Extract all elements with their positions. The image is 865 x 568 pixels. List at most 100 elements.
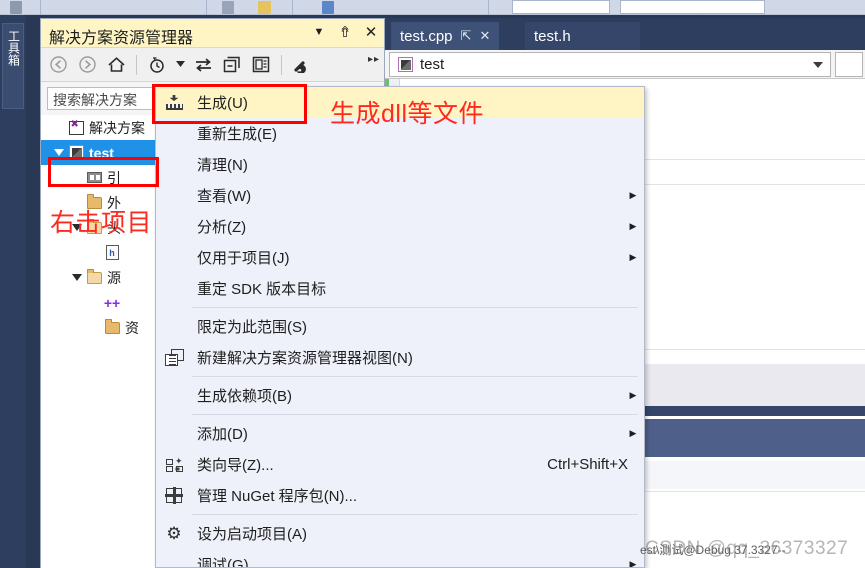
expander-icon[interactable] — [69, 270, 85, 286]
expander-icon[interactable] — [51, 145, 67, 161]
menu-item-build-dependencies[interactable]: 生成依赖项(B) ▶ — [156, 380, 644, 411]
chevron-down-icon[interactable] — [813, 62, 823, 68]
scope-combo[interactable]: test — [389, 52, 831, 77]
tree-item-label: 源 — [107, 269, 121, 286]
references-icon — [85, 169, 103, 187]
menu-item-build[interactable]: 生成(U) — [156, 87, 644, 118]
toolbar-overflow-icon[interactable]: ▸▸ — [368, 54, 380, 65]
pin-icon[interactable]: ⇮ — [336, 22, 354, 42]
menu-item-add[interactable]: 添加(D) ▶ — [156, 418, 644, 449]
submenu-arrow-icon: ▶ — [629, 221, 637, 231]
cpp-file-icon: ++ — [103, 294, 121, 311]
home-icon[interactable] — [103, 52, 129, 77]
forward-icon[interactable] — [74, 52, 100, 77]
chevron-down-icon[interactable]: ▼ — [310, 22, 328, 42]
menu-icon-slot — [156, 211, 192, 242]
menu-item-class-wizard[interactable]: ✦ 类向导(Z)... Ctrl+Shift+X — [156, 449, 644, 480]
folder-icon — [103, 318, 121, 337]
toolbox-rail: 工具箱 — [0, 15, 26, 568]
menu-icon-slot — [156, 418, 192, 449]
back-icon[interactable] — [45, 52, 71, 77]
new-view-icon — [156, 342, 192, 373]
menu-icon-slot — [156, 180, 192, 211]
tab-label: test.h — [534, 27, 571, 45]
tab-label: test.cpp — [400, 27, 453, 45]
tree-item-label: 头 — [107, 219, 121, 236]
editor-tabstrip: test.cpp ⇱ ✕ test.h — [385, 18, 865, 50]
tab-test-cpp[interactable]: test.cpp ⇱ ✕ — [391, 22, 500, 50]
menu-item-view[interactable]: 查看(W) ▶ — [156, 180, 644, 211]
visual-studio-window: 工具箱 解决方案资源管理器 ▼ ⇮ ✕ ▸▸ 搜索解决方案 ✖ 解决方案 tes… — [0, 0, 865, 568]
menu-item-accelerator: Ctrl+Shift+X — [547, 456, 628, 473]
menu-item-project-only[interactable]: 仅用于项目(J) ▶ — [156, 242, 644, 273]
close-icon[interactable]: ✕ — [479, 28, 490, 44]
toolbar-icon-start[interactable] — [322, 1, 334, 14]
menu-icon-slot — [156, 549, 192, 567]
toolbar-platform-combo[interactable] — [620, 0, 765, 14]
editor-navigation-bar: test — [385, 50, 865, 79]
expander-icon — [87, 320, 103, 336]
toolbar-icon-build[interactable] — [258, 1, 271, 14]
submenu-arrow-icon: ▶ — [629, 252, 637, 262]
toolbox-tab[interactable]: 工具箱 — [2, 23, 24, 109]
scope-combo-value: test — [420, 56, 445, 73]
properties-wrench-icon[interactable] — [289, 52, 315, 77]
folder-open-icon — [85, 218, 103, 237]
tree-item-label: 外 — [107, 194, 121, 211]
class-wizard-icon: ✦ — [156, 449, 192, 480]
expander-icon[interactable] — [51, 120, 67, 136]
show-all-files-icon[interactable] — [248, 52, 274, 77]
vcproject-icon — [67, 144, 85, 162]
project-context-menu: 生成(U) 重新生成(E) 清理(N) 查看(W) ▶ 分析(Z) ▶ 仅用于项… — [155, 86, 645, 568]
main-toolbar-strip — [0, 0, 865, 15]
tree-item-label: 解决方案 — [89, 119, 145, 136]
expander-icon[interactable] — [87, 295, 103, 311]
menu-icon-slot — [156, 380, 192, 411]
close-icon[interactable]: ✕ — [362, 22, 380, 42]
panel-title: 解决方案资源管理器 — [49, 30, 194, 47]
expander-icon[interactable] — [69, 195, 85, 211]
menu-item-retarget-sdk[interactable]: 重定 SDK 版本目标 — [156, 273, 644, 304]
toolbar-config-combo[interactable] — [512, 0, 610, 14]
expander-icon[interactable] — [69, 220, 85, 236]
submenu-arrow-icon: ▶ — [629, 559, 637, 568]
tab-test-h[interactable]: test.h — [525, 22, 640, 50]
chevron-down-icon[interactable] — [173, 52, 187, 77]
menu-separator — [192, 414, 638, 415]
collapse-all-icon[interactable] — [219, 52, 245, 77]
menu-item-debug[interactable]: 调试(G) ▶ — [156, 549, 644, 568]
menu-item-clean[interactable]: 清理(N) — [156, 149, 644, 180]
folder-icon — [85, 193, 103, 212]
expander-icon[interactable] — [87, 245, 103, 261]
pin-icon[interactable]: ⇱ — [461, 28, 472, 44]
menu-item-analyze[interactable]: 分析(Z) ▶ — [156, 211, 644, 242]
tree-item-label: test — [89, 144, 114, 161]
menu-icon-slot — [156, 118, 192, 149]
member-combo[interactable] — [835, 52, 863, 77]
menu-item-manage-nuget[interactable]: 管理 NuGet 程序包(N)... — [156, 480, 644, 511]
tree-item-label: 资 — [125, 319, 139, 336]
menu-separator — [192, 376, 638, 377]
expander-icon[interactable] — [69, 170, 85, 186]
header-file-icon: h — [103, 244, 121, 262]
pending-changes-filter-icon[interactable] — [144, 52, 170, 77]
search-placeholder: 搜索解决方案 — [53, 92, 137, 108]
menu-item-scope-to-this[interactable]: 限定为此范围(S) — [156, 311, 644, 342]
sync-with-active-document-icon[interactable] — [190, 52, 216, 77]
toolbox-label: 工具箱 — [6, 30, 21, 66]
menu-separator — [192, 514, 638, 515]
solution-icon — [67, 119, 85, 137]
solution-explorer-titlebar: 解决方案资源管理器 ▼ ⇮ ✕ — [41, 19, 384, 48]
gear-icon: ⚙ — [166, 524, 182, 543]
submenu-arrow-icon: ▶ — [629, 190, 637, 200]
build-icon — [156, 87, 192, 118]
toolbar-icon-undo[interactable] — [222, 1, 234, 14]
toolbar-icon-save[interactable] — [10, 1, 22, 14]
menu-item-rebuild[interactable]: 重新生成(E) — [156, 118, 644, 149]
menu-separator — [192, 307, 638, 308]
menu-item-new-solution-explorer-view[interactable]: 新建解决方案资源管理器视图(N) — [156, 342, 644, 373]
solution-explorer-toolbar: ▸▸ — [41, 48, 384, 82]
menu-icon-slot — [156, 242, 192, 273]
menu-item-set-as-startup-project[interactable]: ⚙ 设为启动项目(A) — [156, 518, 644, 549]
menu-icon-slot — [156, 311, 192, 342]
